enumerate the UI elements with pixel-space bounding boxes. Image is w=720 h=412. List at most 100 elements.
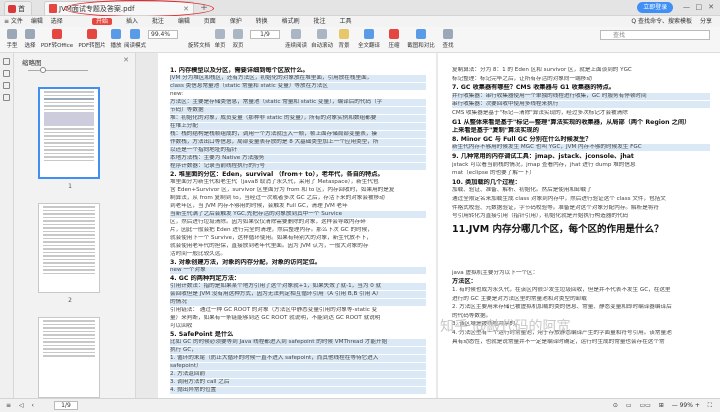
find-button[interactable]: 查找: [440, 29, 456, 49]
single-view-icon[interactable]: ▭: [626, 402, 632, 409]
thumbnail-panel: 缩略图 ✕ 1 2: [14, 53, 136, 398]
zoom-input[interactable]: 99.4%: [148, 30, 178, 39]
menu-tab-format[interactable]: 格式刷: [282, 18, 300, 25]
menu-tab-comment[interactable]: 批注: [152, 18, 164, 25]
translate-label: 全文翻译: [357, 43, 380, 49]
text-line: 7. GC 收集器有哪些？CMS 收集器与 G1 收集器的特点。: [452, 84, 615, 92]
comment-icon[interactable]: [3, 82, 10, 89]
minimize-button[interactable]: —: [682, 3, 692, 11]
menu-tab-edit[interactable]: 编辑: [178, 18, 190, 25]
text-line: 当新生代满了之后会触发 YGC,先把存活的对象放到其中一个 Survice: [170, 211, 426, 218]
find-label: 查找: [442, 43, 454, 49]
hand-tool-label: 手型: [6, 43, 18, 49]
menu-tab-tools[interactable]: 工具: [339, 18, 351, 25]
read-mode-button[interactable]: 阅读模式: [124, 29, 146, 49]
text-line: 就会使用下一个 Survive，这样循环使用。如果有特别大的对象，新生代放不下，: [170, 235, 372, 241]
thumbnail-panel-title: 缩略图: [22, 59, 42, 67]
menu-tab-start[interactable]: 开始: [92, 18, 113, 25]
tab-bar: 首页 JVM面试专题及答案.pdf ✕ + 立即登录 — □ ✕: [0, 0, 720, 27]
pdf-to-image-label: PDF转图片: [78, 43, 106, 49]
search-input[interactable]: 查找: [600, 30, 710, 40]
compress-button[interactable]: 压缩: [386, 29, 402, 49]
screenshot-compare-label: 截图和对比: [407, 43, 435, 49]
text-line: 加载、验证、准备、解析、初始化。然后是使用和卸载了: [452, 187, 592, 194]
menu-edit-left[interactable]: 编辑: [31, 18, 43, 25]
thumbnail-size-slider[interactable]: [28, 67, 88, 73]
first-page-icon[interactable]: ‹: [32, 402, 34, 409]
text-line: 1. 有时候也成为永久代，在该区内很少发生垃圾回收，但是并不代表不发生 GC，在…: [452, 287, 671, 293]
scroll-icon: [291, 29, 301, 39]
continuous-read-button[interactable]: 连续阅读: [284, 29, 308, 49]
text-line: 在堆上分配: [170, 123, 426, 130]
outline-icon[interactable]: ≡: [6, 402, 11, 409]
thumbnail-page-number: 1: [68, 183, 72, 190]
text-line: 片，因此一般会把 Eden 进行完全的清理，然后整理内存。那么下次 GC 的时候…: [170, 227, 373, 233]
text-line: JVM 分为堆区和栈区，还有方法区，初始化的对象放在堆里面，引用放在栈里面，: [170, 75, 426, 82]
page-thumbnail-2[interactable]: [38, 203, 100, 293]
pdf-to-image-button[interactable]: PDF转图片: [76, 29, 108, 49]
text-line: 的情况: [170, 299, 426, 306]
text-line: 可以回收: [170, 323, 193, 329]
menu-tab-annotate[interactable]: 批注: [314, 18, 326, 25]
login-button[interactable]: 立即登录: [637, 2, 674, 13]
menu-bar: ≡ 文件 编辑 选择 开始 插入 批注 编辑 页面 保护 转换 格式刷 批注 工…: [0, 16, 720, 27]
text-line: 制算法，从 from 复制到 to，当经过一次或者多次 GC 之后，存活下来的对…: [170, 195, 385, 201]
left-icon-strip: [0, 53, 14, 398]
double-page-button[interactable]: 双页: [230, 29, 246, 49]
command-search[interactable]: Q 查找命令、搜索模板: [631, 18, 692, 25]
pdf-file-icon: [49, 4, 57, 13]
search-panel-icon[interactable]: [3, 94, 10, 101]
text-line: 件格式校验、元数据验证，字节码校验等。准备是对这个对象分配内存。解析是将符: [452, 204, 659, 211]
text-line: 栈：栈的结构是栈帧组成的，调用一个方法就压入一帧，帧上面存储局部变量表，操: [170, 131, 426, 138]
tab-home[interactable]: 首页: [4, 1, 32, 27]
background-button[interactable]: 背景: [336, 29, 352, 49]
text-line: 节码）等数据: [170, 107, 426, 114]
screenshot-compare-button[interactable]: 截图和对比: [406, 29, 436, 49]
eye-icon[interactable]: ⊙: [613, 402, 618, 409]
prev-page-icon[interactable]: ◁: [19, 402, 24, 409]
pdf-convert-icon: [52, 29, 62, 39]
text-line: 2. 方法区主要用来存储已被虚拟机加载的类的信息、常量、静态变量和即时编译器编译…: [452, 304, 672, 311]
single-page-label: 单页: [214, 43, 226, 49]
text-line: 并行收集器：串行收集器使用一个单独的线程进行收集，GC 时服务有停顿时间: [452, 92, 710, 100]
translate-button[interactable]: 全文翻译: [356, 29, 382, 49]
status-page-input[interactable]: 1/9: [54, 401, 78, 410]
zoom-control[interactable]: — 99% +: [672, 402, 700, 409]
cursor-icon: [25, 29, 35, 39]
menu-tab-page[interactable]: 页面: [204, 18, 216, 25]
single-page-button[interactable]: 单页: [212, 29, 228, 49]
page-thumbnail-3[interactable]: [38, 317, 100, 398]
document-view[interactable]: 1. 内存模型以及分区，需要详细到每个区放什么。 JVM 分为堆区和栈区，还有方法…: [136, 53, 720, 398]
grid-view-icon[interactable]: ⊞: [659, 402, 664, 409]
text-line: 上来看是基于"复制"算法实现的: [452, 127, 539, 135]
menu-tab-convert[interactable]: 转换: [256, 18, 268, 25]
status-left: ≡ ◁ ‹: [6, 399, 40, 412]
section-heading: 11.JVM 内存分哪几个区，每个区的作用是什么？: [452, 224, 664, 235]
hand-tool-button[interactable]: 手型: [4, 29, 20, 49]
maximize-button[interactable]: □: [694, 3, 704, 11]
pdf-to-office-button[interactable]: PDF转Office: [40, 29, 74, 49]
text-line: 方法区：: [452, 278, 477, 286]
menu-tab-insert[interactable]: 插入: [126, 18, 138, 25]
rotate-doc-button[interactable]: 旋转文档: [186, 41, 212, 49]
page-number-input[interactable]: 1/9: [250, 30, 280, 39]
select-tool-button[interactable]: 选择: [22, 29, 38, 49]
close-window-button[interactable]: ✕: [706, 3, 716, 11]
text-line: 标记整理：标记完毕之后，让所有存活的对象向一端移动: [452, 75, 592, 82]
menu-file[interactable]: ≡ 文件: [4, 18, 23, 25]
thumbnail-icon[interactable]: [3, 58, 10, 65]
double-view-icon[interactable]: ▭▭: [639, 402, 650, 409]
fullscreen-icon[interactable]: ⛶: [708, 402, 712, 409]
menu-tab-protect[interactable]: 保护: [230, 18, 242, 25]
menu-select[interactable]: 选择: [51, 18, 63, 25]
thumbnail-panel-close-icon[interactable]: ✕: [123, 56, 129, 64]
auto-scroll-button[interactable]: 自动滚动: [310, 29, 334, 49]
bookmark-icon[interactable]: [3, 70, 10, 77]
share-button[interactable]: 分享: [700, 18, 712, 25]
slider-knob[interactable]: [40, 67, 46, 73]
play-button[interactable]: 播放: [108, 29, 124, 49]
text-line: java 虚拟机主要分为以下一个区：: [452, 269, 539, 276]
page-thumbnail-1[interactable]: [38, 87, 100, 179]
text-line: 会回收但是 JVM 没有用这种方式，因为无法判定相互循环引用（A 引用 B,B …: [170, 291, 426, 298]
text-line: 堆里面分为新生代和老生代（java8 取消了永久代，采用了 Metaspace）…: [170, 179, 379, 185]
